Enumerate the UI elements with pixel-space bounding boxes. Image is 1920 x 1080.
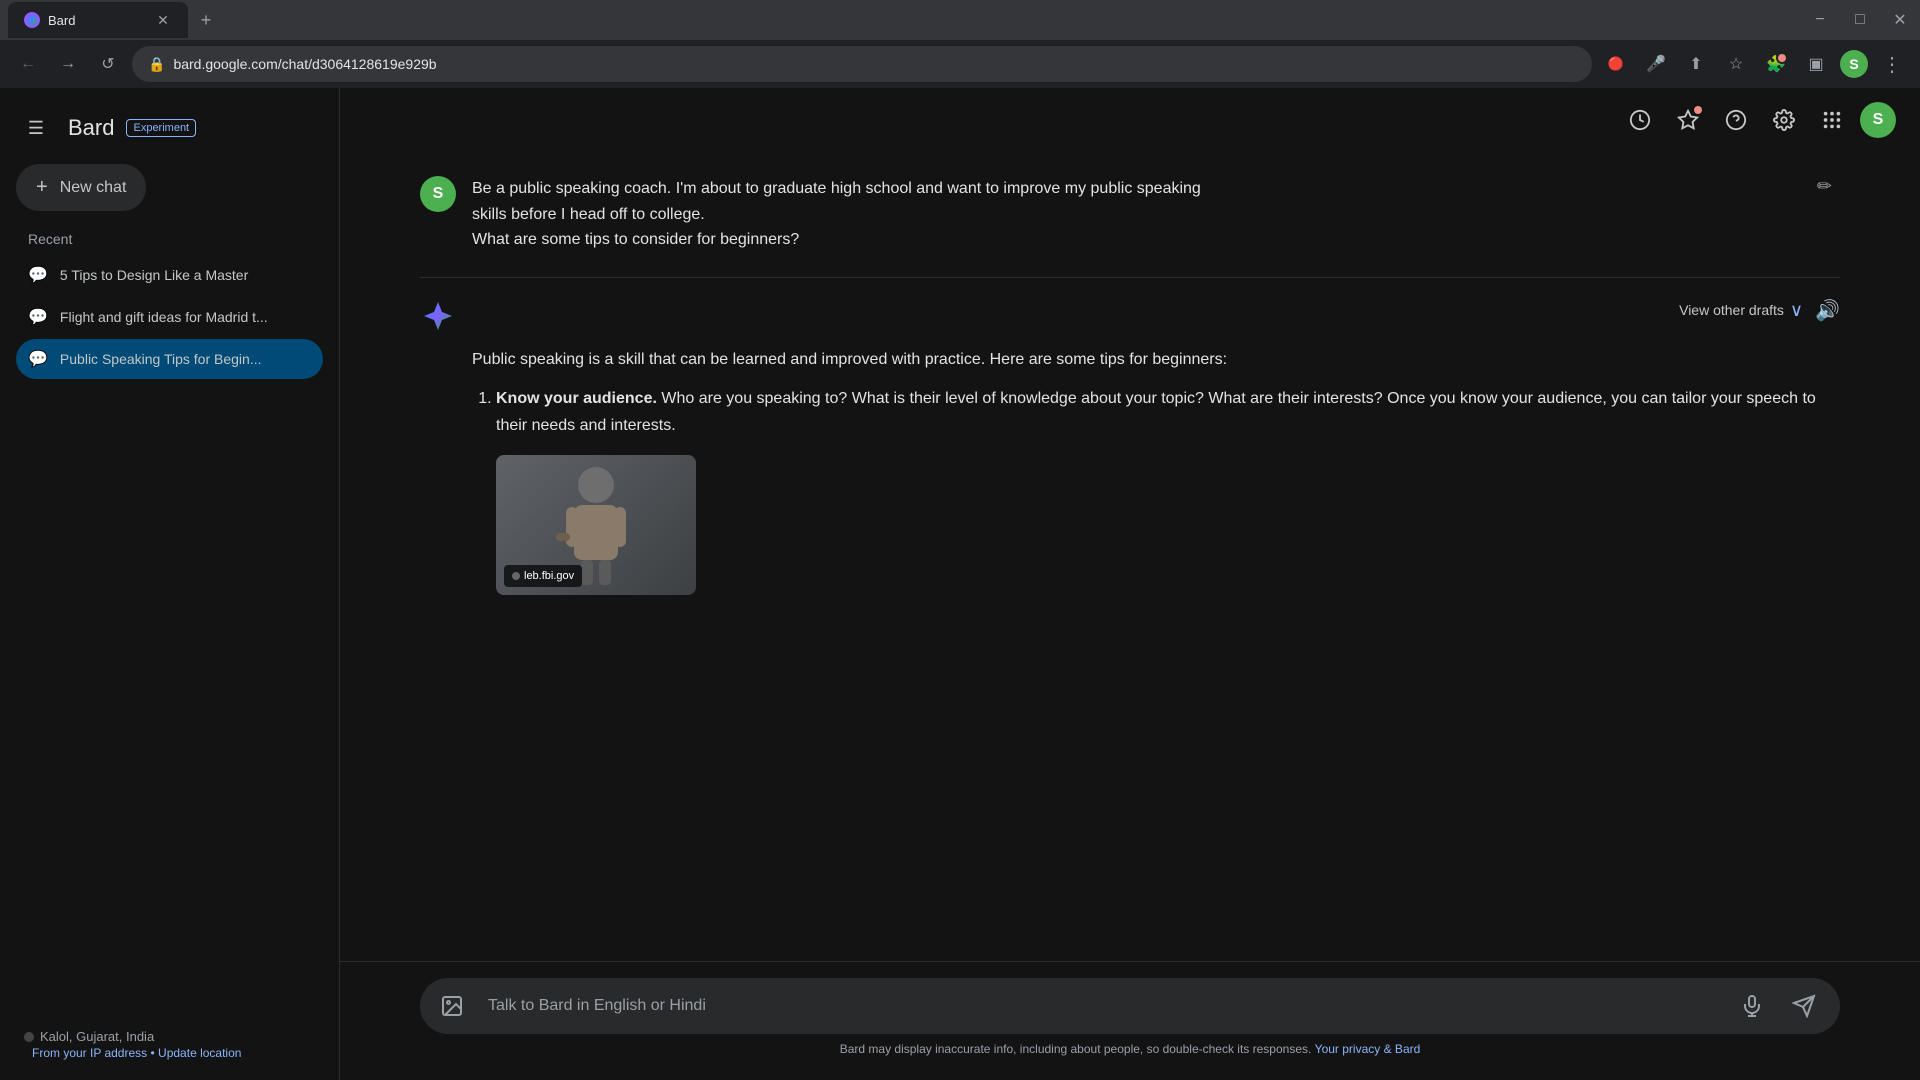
rewards-icon[interactable]	[1668, 100, 1708, 140]
history-icon[interactable]	[1620, 100, 1660, 140]
tip1-body: Who are you speaking to? What is their l…	[496, 390, 1816, 434]
extensions-puzzle-icon[interactable]: 🧩	[1760, 48, 1792, 80]
recent-item-3[interactable]: 💬 Public Speaking Tips for Begin...	[16, 339, 323, 379]
mic-toolbar-icon[interactable]: 🎤	[1640, 48, 1672, 80]
bard-intro-text: Public speaking is a skill that can be l…	[472, 346, 1840, 373]
tab-title-text: Bard	[48, 13, 146, 28]
chat-area[interactable]: S Be a public speaking coach. I'm about …	[340, 152, 1920, 961]
chat-icon-3: 💬	[28, 349, 48, 369]
bard-tip-1: Know your audience. Who are you speaking…	[496, 385, 1840, 595]
text-to-speech-icon[interactable]: 🔊	[1815, 298, 1840, 323]
url-text: bard.google.com/chat/d3064128619e929b	[173, 56, 1576, 72]
active-tab[interactable]: Bard ✕	[8, 2, 188, 38]
bard-response-text: Public speaking is a skill that can be l…	[420, 346, 1840, 596]
more-options-icon[interactable]: ⋮	[1876, 48, 1908, 80]
user-avatar: S	[420, 176, 456, 212]
new-chat-button[interactable]: + New chat	[16, 164, 146, 211]
forward-button[interactable]: →	[52, 48, 84, 80]
send-message-button[interactable]	[1784, 986, 1824, 1026]
chat-icon-2: 💬	[28, 307, 48, 327]
recent-item-1[interactable]: 💬 5 Tips to Design Like a Master	[16, 255, 323, 295]
image-source-text: leb.fbi.gov	[524, 567, 574, 586]
dot-separator: •	[151, 1046, 159, 1060]
bard-message-header: View other drafts ∨ 🔊	[420, 298, 1840, 334]
user-message: S Be a public speaking coach. I'm about …	[420, 152, 1840, 278]
bookmark-icon[interactable]: ☆	[1720, 48, 1752, 80]
security-icon: 🔒	[148, 56, 165, 73]
view-other-drafts-button[interactable]: View other drafts ∨	[1679, 300, 1803, 321]
user-profile-avatar[interactable]: S	[1860, 102, 1896, 138]
disclaimer: Bard may display inaccurate info, includ…	[420, 1034, 1840, 1064]
attach-image-button[interactable]	[432, 986, 472, 1026]
app-header: S	[340, 88, 1920, 152]
recent-item-2[interactable]: 💬 Flight and gift ideas for Madrid t...	[16, 297, 323, 337]
bard-message-controls: View other drafts ∨ 🔊	[1679, 298, 1840, 323]
apps-icon[interactable]	[1812, 100, 1852, 140]
recent-section-label: Recent	[16, 231, 323, 247]
help-icon[interactable]	[1716, 100, 1756, 140]
back-button[interactable]: ←	[12, 48, 44, 80]
browser-chrome: Bard ✕ + − □ ✕ ← → ↺ 🔒 bard.google.com/c…	[0, 0, 1920, 88]
privacy-link[interactable]: Your privacy & Bard	[1315, 1042, 1421, 1056]
experiment-badge: Experiment	[126, 119, 196, 137]
disclaimer-text: Bard may display inaccurate info, includ…	[840, 1042, 1312, 1056]
new-tab-button[interactable]: +	[192, 6, 220, 34]
split-view-icon[interactable]: ▣	[1800, 48, 1832, 80]
location-dot-icon	[24, 1032, 34, 1042]
user-message-actions: ✏	[1809, 176, 1840, 197]
extensions-icon[interactable]: 🔴	[1600, 48, 1632, 80]
recent-list: 💬 5 Tips to Design Like a Master 💬 Fligh…	[16, 255, 323, 379]
main-content: S S Be a public speaking coach. I'm abou…	[340, 88, 1920, 1080]
tab-favicon	[24, 12, 40, 28]
browser-toolbar: ← → ↺ 🔒 bard.google.com/chat/d3064128619…	[0, 40, 1920, 88]
sidebar: ☰ Bard Experiment + New chat Recent 💬 5 …	[0, 88, 340, 1080]
app-title: Bard	[68, 115, 114, 141]
maximize-button[interactable]: □	[1848, 8, 1872, 32]
input-area: Bard may display inaccurate info, includ…	[340, 961, 1920, 1080]
sidebar-header: ☰ Bard Experiment	[16, 100, 323, 164]
user-message-text: Be a public speaking coach. I'm about to…	[472, 176, 1793, 253]
recent-item-2-label: Flight and gift ideas for Madrid t...	[60, 309, 268, 325]
bard-avatar	[420, 298, 456, 334]
location-links: From your IP address • Update location	[16, 1046, 323, 1060]
new-chat-label: New chat	[60, 179, 127, 197]
chat-input[interactable]	[484, 989, 1720, 1023]
chevron-down-icon: ∨	[1790, 300, 1803, 321]
new-chat-plus-icon: +	[36, 176, 48, 199]
close-button[interactable]: ✕	[1888, 8, 1912, 32]
recent-item-1-label: 5 Tips to Design Like a Master	[60, 267, 248, 283]
view-drafts-label: View other drafts	[1679, 302, 1784, 318]
settings-icon[interactable]	[1764, 100, 1804, 140]
browser-profile-avatar[interactable]: S	[1840, 50, 1868, 78]
browser-tab-bar: Bard ✕ + − □ ✕	[0, 0, 1920, 40]
voice-input-button[interactable]	[1732, 986, 1772, 1026]
reload-button[interactable]: ↺	[92, 48, 124, 80]
tip1-title: Know your audience.	[496, 390, 657, 407]
toolbar-actions: 🔴 🎤 ⬆ ☆ 🧩 ▣ S ⋮	[1600, 48, 1908, 80]
address-bar[interactable]: 🔒 bard.google.com/chat/d3064128619e929b	[132, 46, 1592, 82]
share-icon[interactable]: ⬆	[1680, 48, 1712, 80]
tip1-image[interactable]: leb.fbi.gov	[496, 455, 696, 595]
edit-message-icon[interactable]: ✏	[1809, 168, 1840, 204]
chat-icon-1: 💬	[28, 265, 48, 285]
minimize-button[interactable]: −	[1808, 8, 1832, 32]
update-location-link[interactable]: Update location	[158, 1046, 241, 1060]
menu-toggle-button[interactable]: ☰	[16, 108, 56, 148]
bard-message: View other drafts ∨ 🔊 Public speaking is…	[420, 278, 1840, 632]
image-source-badge: leb.fbi.gov	[504, 565, 582, 588]
tab-close-icon[interactable]: ✕	[154, 11, 172, 29]
input-row	[420, 978, 1840, 1034]
recent-item-3-label: Public Speaking Tips for Begin...	[60, 351, 262, 367]
sidebar-footer: Kalol, Gujarat, India From your IP addre…	[16, 1021, 323, 1068]
bard-logo: Bard Experiment	[68, 115, 196, 141]
from-ip-text: From your IP address	[32, 1046, 147, 1060]
app-container: ☰ Bard Experiment + New chat Recent 💬 5 …	[0, 88, 1920, 1080]
location-text: Kalol, Gujarat, India	[40, 1029, 154, 1044]
window-controls: − □ ✕	[1808, 8, 1912, 32]
user-message-content: Be a public speaking coach. I'm about to…	[472, 176, 1793, 253]
